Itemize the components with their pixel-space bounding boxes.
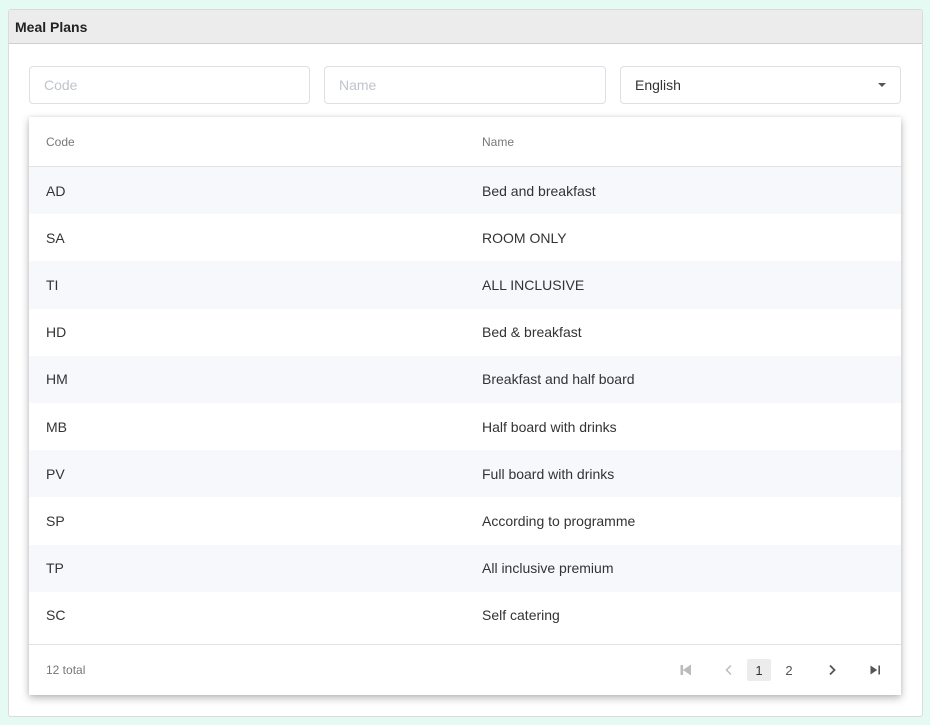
- column-header-name[interactable]: Name: [482, 135, 514, 149]
- first-page-icon: [680, 664, 691, 676]
- pagination: 1 2: [655, 659, 887, 681]
- language-select-value: English: [635, 77, 681, 93]
- cell-name: Self catering: [482, 607, 560, 624]
- cell-code: SC: [46, 607, 66, 624]
- table-row[interactable]: PV Full board with drinks: [29, 450, 901, 498]
- cell-code: HD: [46, 324, 67, 341]
- cell-name: Bed & breakfast: [482, 324, 582, 341]
- cell-code: PV: [46, 465, 65, 482]
- total-count: 12 total: [46, 663, 86, 677]
- last-page-button[interactable]: [863, 659, 887, 681]
- page-button-2[interactable]: 2: [777, 659, 801, 681]
- cell-name: Breakfast and half board: [482, 371, 635, 388]
- table-row[interactable]: SP According to programme: [29, 497, 901, 544]
- name-filter-input[interactable]: [324, 66, 606, 104]
- cell-code: TP: [46, 560, 64, 577]
- table-footer: 12 total 1 2: [29, 644, 901, 695]
- cell-code: SA: [46, 229, 65, 246]
- caret-down-icon: [878, 83, 886, 87]
- last-page-icon: [870, 665, 880, 675]
- table-row[interactable]: MB Half board with drinks: [29, 403, 901, 450]
- prev-page-icon: [725, 664, 732, 676]
- table-row[interactable]: HD Bed & breakfast: [29, 309, 901, 356]
- table-header: Code Name: [29, 117, 901, 167]
- page-button-1[interactable]: 1: [747, 659, 771, 681]
- table-row[interactable]: HM Breakfast and half board: [29, 355, 901, 403]
- cell-name: Bed and breakfast: [482, 182, 596, 199]
- table-row[interactable]: AD Bed and breakfast: [29, 167, 901, 215]
- cell-code: MB: [46, 418, 67, 435]
- table-row[interactable]: TI ALL INCLUSIVE: [29, 261, 901, 309]
- panel-title: Meal Plans: [9, 10, 922, 44]
- cell-name: Full board with drinks: [482, 465, 615, 482]
- cell-code: AD: [46, 182, 66, 199]
- cell-name: ALL INCLUSIVE: [482, 276, 585, 293]
- next-page-button[interactable]: [820, 659, 844, 681]
- cell-name: According to programme: [482, 512, 636, 529]
- table-body: AD Bed and breakfast SA ROOM ONLY TI ALL INCL…: [29, 167, 901, 639]
- first-page-button[interactable]: [674, 659, 698, 681]
- prev-page-button[interactable]: [717, 659, 741, 681]
- next-page-icon: [829, 664, 836, 676]
- table-row[interactable]: SC Self catering: [29, 592, 901, 639]
- cell-name: ROOM ONLY: [482, 229, 567, 246]
- table-row[interactable]: SA ROOM ONLY: [29, 214, 901, 261]
- cell-name: Half board with drinks: [482, 418, 617, 435]
- cell-code: SP: [46, 512, 65, 529]
- table-row[interactable]: TP All inclusive premium: [29, 544, 901, 592]
- language-select[interactable]: English: [620, 66, 901, 104]
- meal-plans-table: Code Name AD Bed and breakfast SA ROOM ONLY…: [29, 117, 901, 695]
- meal-plans-panel: Meal Plans English Code Name AD Bed and b…: [8, 9, 923, 717]
- cell-code: HM: [46, 371, 68, 388]
- column-header-code[interactable]: Code: [46, 135, 75, 149]
- code-filter-input[interactable]: [29, 66, 310, 104]
- cell-name: All inclusive premium: [482, 560, 614, 577]
- cell-code: TI: [46, 276, 59, 293]
